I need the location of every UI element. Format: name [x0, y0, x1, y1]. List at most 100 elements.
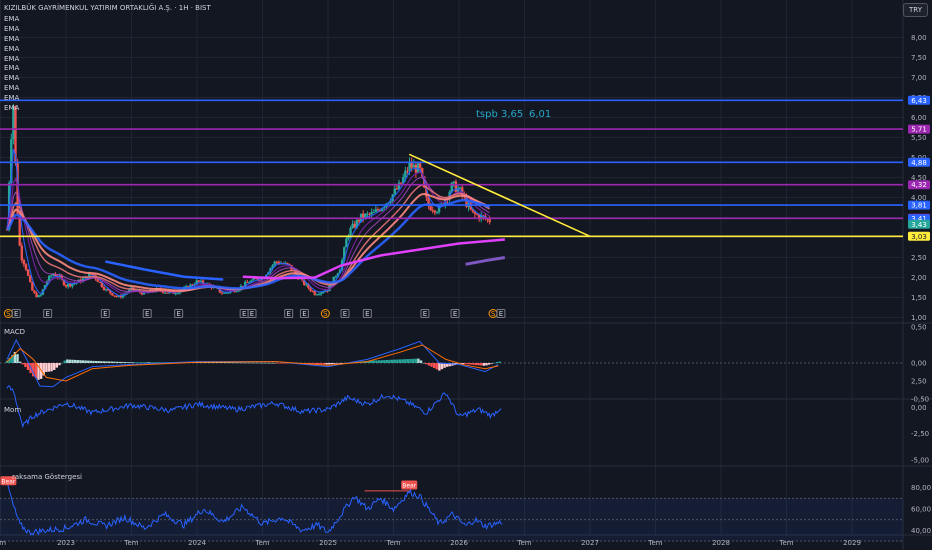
candle-body: [111, 293, 114, 296]
tspb-annotation[interactable]: tspb 3,65: [476, 109, 523, 120]
x-tick-label: 2023: [57, 539, 75, 547]
macd-histogram-bar: [480, 363, 483, 366]
earnings-event-label: E: [453, 310, 457, 318]
candle-body: [22, 259, 26, 265]
candle-body: [372, 211, 375, 213]
macd-histogram-bar: [225, 362, 229, 364]
macd-histogram-bar: [66, 359, 69, 363]
candle-body: [370, 212, 373, 215]
macd-histogram-bar: [131, 362, 135, 363]
macd-histogram-bar: [149, 362, 153, 363]
earnings-event-label: E: [45, 310, 49, 318]
macd-histogram-bar: [396, 359, 399, 363]
chart-background: [0, 0, 932, 550]
candle-body: [66, 283, 70, 287]
macd-histogram-bar: [223, 362, 226, 364]
macd-histogram-bar: [338, 363, 341, 364]
candle-body: [176, 293, 179, 295]
candle-body: [366, 213, 369, 215]
x-tick-label: 2025: [319, 539, 337, 547]
macd-histogram-bar: [280, 363, 284, 364]
macd-histogram-bar: [322, 363, 326, 365]
macd-histogram-bar: [411, 358, 415, 363]
x-tick-label: em: [0, 539, 6, 547]
candle-body: [225, 292, 228, 294]
ema-label[interactable]: EMA: [4, 94, 19, 104]
candle-body: [431, 210, 434, 212]
currency-badge[interactable]: TRY: [903, 3, 928, 17]
split-event-label: S: [323, 310, 328, 318]
ema-label[interactable]: EMA: [4, 15, 19, 25]
macd-histogram-bar: [241, 362, 245, 364]
macd-histogram-bar: [388, 359, 391, 363]
x-tick-label: 2028: [712, 539, 730, 547]
ema-label[interactable]: EMA: [4, 25, 19, 35]
macd-histogram-bar: [495, 361, 499, 363]
macd-histogram-bar: [482, 363, 486, 366]
macd-histogram-bar: [228, 362, 231, 364]
macd-histogram-bar: [79, 360, 82, 363]
macd-histogram-bar: [464, 363, 467, 365]
macd-histogram-bar: [401, 359, 404, 363]
y-tick-label: 2,50: [911, 254, 927, 262]
x-tick-label: Tem: [385, 539, 400, 547]
candle-body: [353, 223, 356, 228]
y-tick-label: 7,00: [911, 74, 927, 82]
mom-pane-label[interactable]: Mom: [4, 406, 21, 414]
macd-histogram-bar: [87, 360, 90, 363]
macd-histogram-bar: [335, 363, 339, 364]
ema-label[interactable]: EMA: [4, 55, 19, 65]
candle-body: [166, 292, 169, 294]
macd-histogram-bar: [422, 362, 425, 364]
macd-histogram-bar: [97, 361, 100, 363]
ema-label[interactable]: EMA: [4, 74, 19, 84]
candle-body: [246, 281, 249, 283]
mom-y-tick-label: -5,00: [911, 457, 929, 465]
candle-body: [410, 162, 413, 168]
macd-histogram-bar: [259, 362, 263, 364]
macd-histogram-bar: [136, 362, 140, 363]
macd-histogram-bar: [244, 362, 247, 364]
macd-histogram-bar: [430, 363, 433, 367]
candle-body: [309, 287, 312, 291]
candle-body: [311, 290, 314, 292]
rsi-y-tick-label: 80,00: [911, 484, 931, 492]
symbol-title[interactable]: KIZILBÜK GAYRİMENKUL YATIRIM ORTAKLIĞI A…: [4, 4, 211, 12]
candle-body: [404, 170, 407, 178]
earnings-event-label: E: [423, 310, 427, 318]
value-annotation[interactable]: 6,01: [529, 109, 551, 120]
macd-pane-label[interactable]: MACD: [4, 328, 25, 336]
ema-label[interactable]: EMA: [4, 104, 19, 114]
ema-label[interactable]: EMA: [4, 35, 19, 45]
macd-histogram-bar: [60, 362, 64, 364]
macd-histogram-bar: [267, 362, 271, 364]
candle-body: [357, 219, 361, 222]
candle-body: [315, 294, 319, 296]
candle-body: [368, 213, 371, 215]
rsi-pane-label[interactable]: raksama Göstergesi: [12, 473, 82, 481]
macd-histogram-bar: [278, 363, 281, 364]
candle-body: [351, 223, 354, 228]
macd-histogram-bar: [249, 362, 252, 364]
ema-label[interactable]: EMA: [4, 64, 19, 74]
ema-label[interactable]: EMA: [4, 84, 19, 94]
macd-histogram-bar: [385, 359, 389, 363]
candle-body: [31, 282, 34, 291]
macd-histogram-bar: [254, 362, 258, 364]
macd-histogram-bar: [115, 361, 119, 363]
level-price-label: 6,43: [911, 97, 927, 105]
macd-histogram-bar: [273, 362, 276, 364]
macd-histogram-bar: [102, 361, 106, 363]
x-tick-label: Tem: [123, 539, 138, 547]
bear-divergence-label: Bear: [402, 483, 416, 490]
current-price-label: 3,43: [911, 221, 927, 229]
macd-histogram-bar: [45, 363, 48, 372]
ema-label[interactable]: EMA: [4, 45, 19, 55]
macd-histogram-bar: [283, 363, 286, 364]
macd-histogram-bar: [383, 360, 386, 363]
candle-body: [429, 206, 432, 211]
candle-body: [35, 293, 38, 298]
candle-body: [235, 291, 238, 293]
split-event-label: S: [6, 310, 11, 318]
chart-canvas[interactable]: 8,007,507,006,506,005,505,004,504,003,50…: [0, 0, 932, 550]
